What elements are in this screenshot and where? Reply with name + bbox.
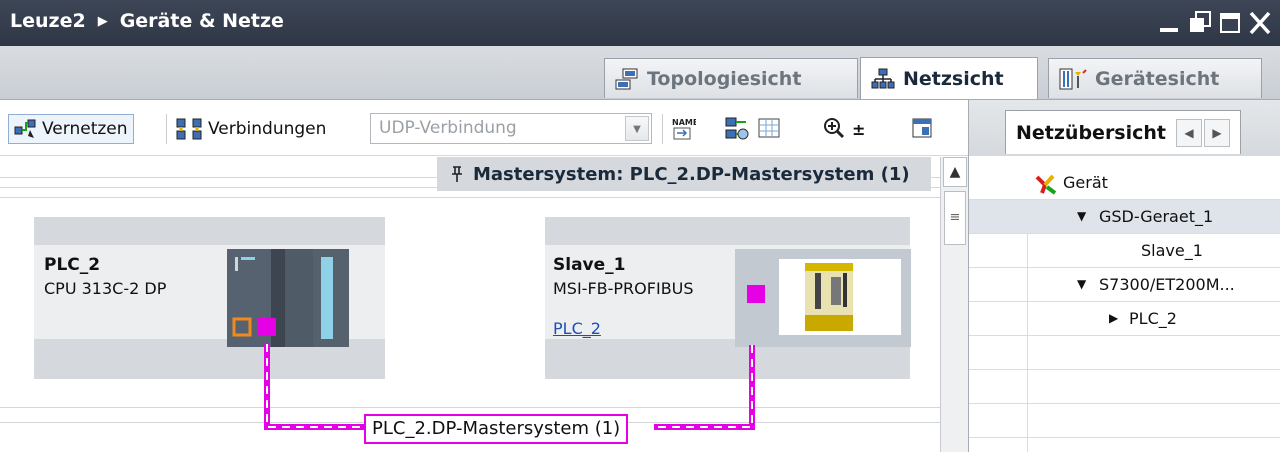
scrollbar-thumb[interactable]: ≡ <box>944 191 966 245</box>
connection-type-value: UDP-Verbindung <box>379 118 517 138</box>
tab-device-view[interactable]: Gerätesicht <box>1048 58 1262 98</box>
toolbar-divider <box>662 114 663 144</box>
tab-network-view[interactable]: Netzsicht <box>860 57 1038 99</box>
device-name-button[interactable]: NAME <box>670 114 696 144</box>
view-tab-strip: Topologiesicht Netzsicht Gerätesicht <box>0 46 1280 100</box>
network-icon <box>871 68 895 88</box>
properties-panel-icon <box>912 118 932 138</box>
tab-network-overview[interactable]: Netzübersicht ◀ ▶ <box>1005 110 1242 154</box>
properties-button[interactable] <box>910 114 936 144</box>
connections-icon <box>176 118 202 140</box>
zoom-in-icon <box>824 118 845 139</box>
tab-device-label: Gerätesicht <box>1095 67 1220 90</box>
chevron-left-icon[interactable]: ◀ <box>1176 118 1203 147</box>
canvas-vertical-scrollbar[interactable]: ▲ ≡ <box>940 157 968 452</box>
table-row[interactable]: ▶ PLC_2 <box>969 302 1280 336</box>
network-highlight-icon <box>725 117 749 140</box>
zoom-step-label[interactable]: ± <box>852 120 865 139</box>
table-row[interactable]: ▼ GSD-Geraet_1 <box>969 200 1280 234</box>
connection-type-select[interactable]: UDP-Verbindung ▼ <box>370 113 652 144</box>
table-row <box>969 404 1280 438</box>
window-controls <box>1158 6 1272 38</box>
maximize-icon[interactable] <box>1218 6 1242 38</box>
tab-network-label: Netzsicht <box>903 67 1004 90</box>
zoom-button[interactable]: ± <box>822 114 865 144</box>
device-view-icon <box>1059 68 1087 89</box>
overview-tab-strip: Netzübersicht ◀ ▶ <box>969 100 1280 156</box>
profibus-line[interactable] <box>0 157 940 452</box>
expand-toggle-icon[interactable]: ▼ <box>1077 277 1086 291</box>
connections-button-label: Verbindungen <box>208 119 327 139</box>
collapse-toggle-icon[interactable]: ▶ <box>1109 311 1118 325</box>
breadcrumb-section: Geräte & Netze <box>119 10 284 32</box>
breadcrumb: Leuze2 ▶ Geräte & Netze <box>10 10 284 32</box>
network-button[interactable]: Vernetzen <box>8 114 134 144</box>
grid-icon <box>758 118 780 138</box>
device-tree-table: Gerät ▼ GSD-Geraet_1 Slave_1 ▼ S7300/ET2… <box>969 166 1280 438</box>
scroll-up-icon[interactable]: ▲ <box>943 157 967 187</box>
breadcrumb-separator-icon: ▶ <box>97 13 108 29</box>
row-label: Slave_1 <box>1141 241 1203 260</box>
row-label: PLC_2 <box>1129 309 1177 328</box>
title-bar: Leuze2 ▶ Geräte & Netze <box>0 0 1280 46</box>
svg-text:NAME: NAME <box>672 118 696 127</box>
row-label: S7300/ET200M... <box>1099 275 1235 294</box>
minimize-icon[interactable] <box>1158 6 1182 38</box>
tab-topology-view[interactable]: Topologiesicht <box>604 58 858 98</box>
chevron-right-icon[interactable]: ▶ <box>1204 118 1231 147</box>
chevron-down-icon[interactable]: ▼ <box>625 116 649 141</box>
topology-icon <box>615 68 638 89</box>
device-tools-icon <box>1035 174 1057 195</box>
network-connect-icon <box>14 119 36 138</box>
tab-network-overview-label: Netzübersicht <box>1016 121 1167 144</box>
network-overview-pane: Netzübersicht ◀ ▶ Gerät ▼ GSD-Geraet_1 S… <box>968 100 1280 452</box>
network-button-label: Vernetzen <box>42 119 128 139</box>
table-row[interactable]: Slave_1 <box>969 234 1280 268</box>
breadcrumb-project[interactable]: Leuze2 <box>10 10 86 32</box>
highlight-button[interactable] <box>724 114 752 144</box>
float-window-icon[interactable] <box>1188 6 1212 38</box>
table-row[interactable]: ▼ S7300/ET200M... <box>969 268 1280 302</box>
close-icon[interactable] <box>1248 6 1272 38</box>
grid-button[interactable] <box>757 114 783 144</box>
row-label: GSD-Geraet_1 <box>1099 207 1214 226</box>
column-header-device[interactable]: Gerät <box>1063 173 1108 192</box>
name-assign-icon: NAME <box>672 118 696 140</box>
network-toolbar: Vernetzen Verbindungen UDP-Verbindung ▼ … <box>0 100 985 156</box>
tab-topology-label: Topologiesicht <box>647 67 802 90</box>
table-row <box>969 336 1280 370</box>
table-row <box>969 370 1280 404</box>
connections-button[interactable]: Verbindungen <box>176 114 326 144</box>
network-canvas[interactable]: Mastersystem: PLC_2.DP-Mastersystem (1) … <box>0 157 940 452</box>
table-header-row: Gerät <box>969 166 1280 200</box>
network-label[interactable]: PLC_2.DP-Mastersystem (1) <box>364 414 629 444</box>
toolbar-divider <box>166 114 167 144</box>
tia-portal-window: Leuze2 ▶ Geräte & Netze Topologiesicht N… <box>0 0 1280 452</box>
expand-toggle-icon[interactable]: ▼ <box>1077 209 1086 223</box>
